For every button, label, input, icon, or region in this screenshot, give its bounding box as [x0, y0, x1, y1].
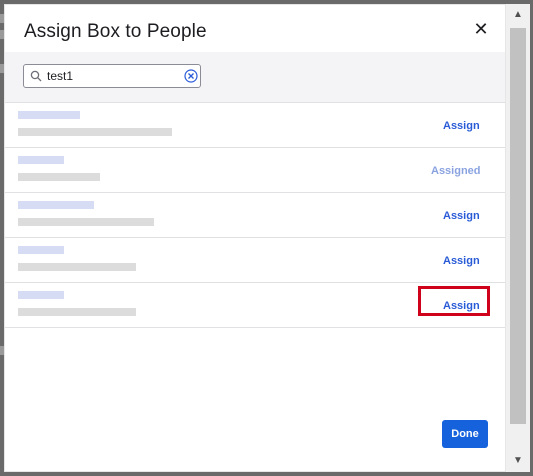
assign-button[interactable]: Assign [443, 210, 480, 222]
person-email-blurred [18, 308, 136, 316]
assign-button[interactable]: Assign [443, 120, 480, 132]
scroll-thumb[interactable] [510, 28, 526, 424]
dialog-title: Assign Box to People [24, 21, 207, 42]
person-name-blurred [18, 111, 80, 119]
list-item: Assign [5, 193, 505, 238]
person-email-blurred [18, 263, 136, 271]
done-button[interactable]: Done [442, 420, 488, 448]
scrollbar[interactable]: ▲ ▼ [506, 4, 530, 472]
search-icon [30, 70, 42, 82]
person-email-blurred [18, 218, 154, 226]
assign-dialog: Assign Box to People ✕ test1 Assign Assi… [4, 4, 506, 472]
list-item: Assign [5, 238, 505, 283]
close-icon[interactable]: ✕ [471, 19, 491, 39]
person-name-blurred [18, 291, 64, 299]
assign-button[interactable]: Assign [443, 255, 480, 267]
search-input[interactable]: test1 [23, 64, 201, 88]
scroll-down-arrow-icon[interactable]: ▼ [506, 450, 530, 472]
search-input-value: test1 [47, 69, 74, 83]
person-email-blurred [18, 128, 172, 136]
list-item: Assign [5, 102, 505, 148]
person-email-blurred [18, 173, 100, 181]
person-name-blurred [18, 201, 94, 209]
annotation-highlight-box [418, 286, 490, 316]
search-bar: test1 [5, 52, 505, 102]
person-name-blurred [18, 246, 64, 254]
scroll-up-arrow-icon[interactable]: ▲ [506, 4, 530, 26]
list-item: Assigned [5, 148, 505, 193]
person-name-blurred [18, 156, 64, 164]
clear-icon[interactable] [184, 69, 198, 83]
assigned-label: Assigned [431, 165, 481, 177]
